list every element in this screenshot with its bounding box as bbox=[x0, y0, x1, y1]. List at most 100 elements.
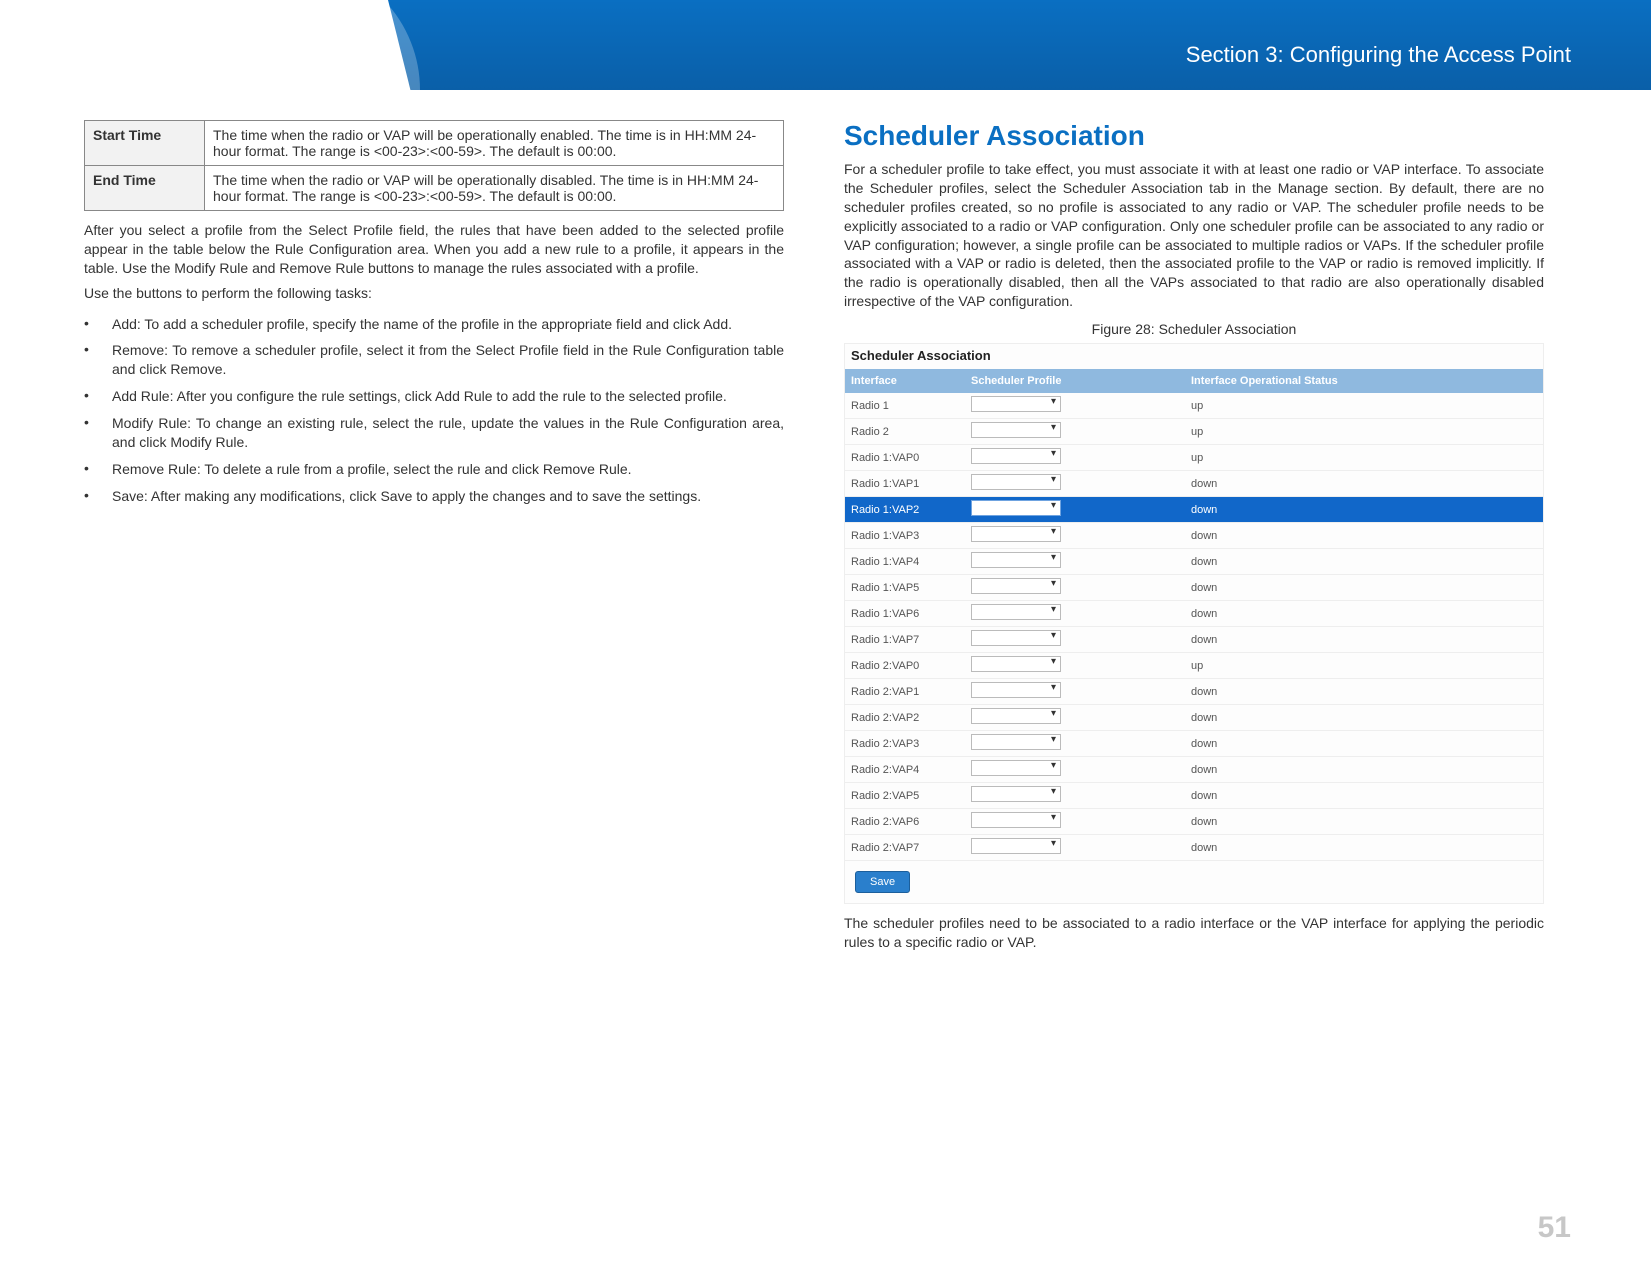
profile-cell bbox=[971, 474, 1191, 493]
profile-cell bbox=[971, 838, 1191, 857]
scheduler-row[interactable]: Radio 2:VAP6down bbox=[845, 809, 1543, 835]
list-item: • Add: To add a scheduler profile, specif… bbox=[84, 311, 784, 338]
profile-dropdown[interactable] bbox=[971, 838, 1061, 854]
profile-dropdown[interactable] bbox=[971, 422, 1061, 438]
status-cell: up bbox=[1191, 660, 1537, 672]
status-cell: down bbox=[1191, 712, 1537, 724]
profile-dropdown[interactable] bbox=[971, 786, 1061, 802]
iface-cell: Radio 2:VAP0 bbox=[851, 660, 971, 672]
profile-dropdown[interactable] bbox=[971, 448, 1061, 464]
task-text: Add Rule: After you configure the rule s… bbox=[112, 387, 784, 406]
task-text: Add: To add a scheduler profile, specify… bbox=[112, 315, 784, 334]
brand-label: Linksys bbox=[84, 42, 160, 68]
profile-cell bbox=[971, 448, 1191, 467]
profile-dropdown[interactable] bbox=[971, 474, 1061, 490]
iface-cell: Radio 2:VAP7 bbox=[851, 842, 971, 854]
scheduler-row[interactable]: Radio 2up bbox=[845, 419, 1543, 445]
scheduler-row[interactable]: Radio 2:VAP2down bbox=[845, 705, 1543, 731]
profile-dropdown[interactable] bbox=[971, 396, 1061, 412]
status-cell: down bbox=[1191, 478, 1537, 490]
profile-cell bbox=[971, 578, 1191, 597]
profile-dropdown[interactable] bbox=[971, 682, 1061, 698]
task-list: • Add: To add a scheduler profile, specif… bbox=[84, 311, 784, 510]
scheduler-row[interactable]: Radio 1:VAP1down bbox=[845, 471, 1543, 497]
profile-dropdown[interactable] bbox=[971, 604, 1061, 620]
scheduler-row[interactable]: Radio 1:VAP4down bbox=[845, 549, 1543, 575]
profile-cell bbox=[971, 656, 1191, 675]
save-button[interactable]: Save bbox=[855, 871, 910, 893]
scheduler-row[interactable]: Radio 1:VAP7 down bbox=[845, 627, 1543, 653]
iface-cell: Radio 1:VAP5 bbox=[851, 582, 971, 594]
scheduler-row[interactable]: Radio 1:VAP0up bbox=[845, 445, 1543, 471]
bullet-icon: • bbox=[84, 414, 94, 452]
right-paragraph-1: For a scheduler profile to take effect, … bbox=[844, 160, 1544, 311]
iface-cell: Radio 1:VAP7 bbox=[851, 634, 971, 646]
list-item: • Modify Rule: To change an existing rule… bbox=[84, 410, 784, 456]
scheduler-row[interactable]: Radio 1:VAP5 down bbox=[845, 575, 1543, 601]
scheduler-row[interactable]: Radio 2:VAP7 down bbox=[845, 835, 1543, 861]
iface-cell: Radio 1:VAP3 bbox=[851, 530, 971, 542]
scheduler-row[interactable]: Radio 1:VAP3down bbox=[845, 523, 1543, 549]
time-settings-table: Start Time The time when the radio or VA… bbox=[84, 120, 784, 211]
profile-dropdown[interactable] bbox=[971, 734, 1061, 750]
profile-dropdown[interactable] bbox=[971, 500, 1061, 516]
profile-dropdown[interactable] bbox=[971, 630, 1061, 646]
profile-dropdown[interactable] bbox=[971, 708, 1061, 724]
right-column: Scheduler Association For a scheduler pr… bbox=[844, 120, 1544, 952]
scheduler-row[interactable]: Radio 2:VAP4down bbox=[845, 757, 1543, 783]
profile-dropdown[interactable] bbox=[971, 812, 1061, 828]
table-row: Start Time The time when the radio or VA… bbox=[85, 121, 784, 166]
profile-cell bbox=[971, 396, 1191, 415]
profile-dropdown[interactable] bbox=[971, 760, 1061, 776]
iface-cell: Radio 1:VAP2 bbox=[851, 504, 971, 516]
profile-cell bbox=[971, 422, 1191, 441]
status-cell: down bbox=[1191, 556, 1537, 568]
status-cell: up bbox=[1191, 452, 1537, 464]
profile-dropdown[interactable] bbox=[971, 656, 1061, 672]
bullet-icon: • bbox=[84, 387, 94, 406]
status-cell: down bbox=[1191, 686, 1537, 698]
task-text: Modify Rule: To change an existing rule,… bbox=[112, 414, 784, 452]
status-cell: down bbox=[1191, 582, 1537, 594]
scheduler-row[interactable]: Radio 1:VAP2down bbox=[845, 497, 1543, 523]
scheduler-row[interactable]: Radio 1 up bbox=[845, 393, 1543, 419]
row-name: End Time bbox=[85, 166, 205, 211]
iface-cell: Radio 2:VAP5 bbox=[851, 790, 971, 802]
iface-cell: Radio 2:VAP6 bbox=[851, 816, 971, 828]
right-paragraph-2: The scheduler profiles need to be associ… bbox=[844, 914, 1544, 952]
profile-cell bbox=[971, 708, 1191, 727]
row-desc: The time when the radio or VAP will be o… bbox=[205, 121, 784, 166]
bullet-icon: • bbox=[84, 341, 94, 379]
table-row: End Time The time when the radio or VAP … bbox=[85, 166, 784, 211]
figure-table-header: Interface Scheduler Profile Interface Op… bbox=[845, 369, 1543, 393]
scheduler-row[interactable]: Radio 2:VAP5 down bbox=[845, 783, 1543, 809]
row-desc: The time when the radio or VAP will be o… bbox=[205, 166, 784, 211]
profile-dropdown[interactable] bbox=[971, 578, 1061, 594]
profile-cell bbox=[971, 682, 1191, 701]
status-cell: down bbox=[1191, 634, 1537, 646]
iface-cell: Radio 1 bbox=[851, 400, 971, 412]
bullet-icon: • bbox=[84, 315, 94, 334]
col-operational-status: Interface Operational Status bbox=[1191, 375, 1537, 387]
scheduler-row[interactable]: Radio 2:VAP0 up bbox=[845, 653, 1543, 679]
scheduler-row[interactable]: Radio 2:VAP3down bbox=[845, 731, 1543, 757]
profile-dropdown[interactable] bbox=[971, 552, 1061, 568]
profile-cell bbox=[971, 812, 1191, 831]
section-title: Section 3: Configuring the Access Point bbox=[1186, 42, 1571, 68]
iface-cell: Radio 2 bbox=[851, 426, 971, 438]
scheduler-row[interactable]: Radio 2:VAP1down bbox=[845, 679, 1543, 705]
col-scheduler-profile: Scheduler Profile bbox=[971, 375, 1191, 387]
profile-cell bbox=[971, 526, 1191, 545]
bullet-icon: • bbox=[84, 487, 94, 506]
scheduler-row[interactable]: Radio 1:VAP6down bbox=[845, 601, 1543, 627]
status-cell: up bbox=[1191, 400, 1537, 412]
status-cell: down bbox=[1191, 842, 1537, 854]
iface-cell: Radio 2:VAP3 bbox=[851, 738, 971, 750]
status-cell: down bbox=[1191, 790, 1537, 802]
list-item: •Remove: To remove a scheduler profile, … bbox=[84, 337, 784, 383]
task-text: Remove Rule: To delete a rule from a pro… bbox=[112, 460, 784, 479]
page-number: 51 bbox=[1538, 1211, 1571, 1245]
list-item: •Remove Rule: To delete a rule from a pr… bbox=[84, 456, 784, 483]
profile-cell bbox=[971, 552, 1191, 571]
profile-dropdown[interactable] bbox=[971, 526, 1061, 542]
